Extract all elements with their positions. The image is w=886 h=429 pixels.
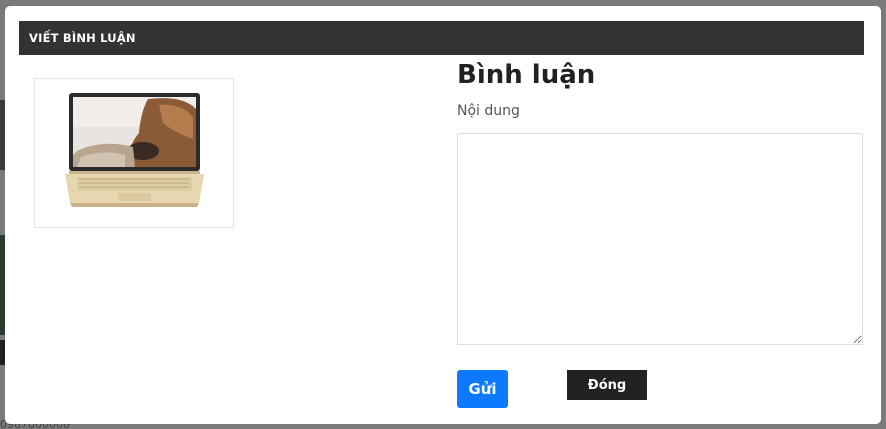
laptop-product-image [65,93,204,207]
product-thumbnail [34,78,234,228]
close-button[interactable]: Đóng [567,370,647,400]
modal-title: VIẾT BÌNH LUẬN [29,31,136,45]
content-textarea[interactable] [457,133,863,345]
send-button[interactable]: Gửi [457,370,508,408]
write-comment-modal: VIẾT BÌNH LUẬN Bình luận Nội dung Gửi Đó… [5,6,881,424]
content-label: Nội dung [457,103,520,119]
comment-heading: Bình luận [457,60,596,90]
modal-header: VIẾT BÌNH LUẬN [19,21,864,55]
